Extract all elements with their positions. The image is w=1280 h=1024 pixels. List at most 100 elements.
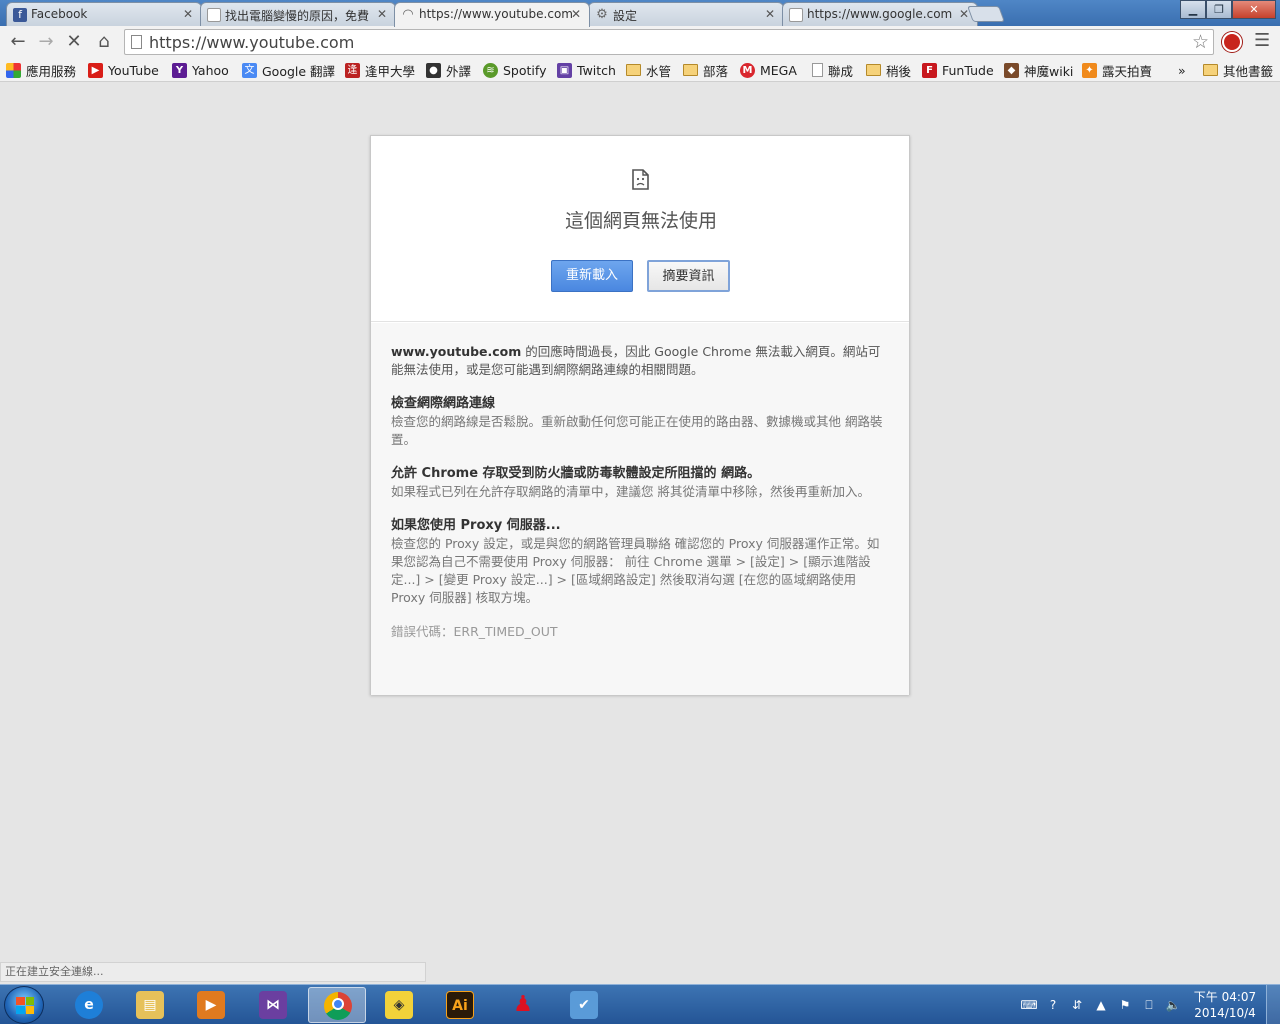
bookmark-liancheng[interactable]: 聯成 [812, 61, 853, 79]
help-icon[interactable]: ? [1044, 997, 1062, 1013]
tab-facebook[interactable]: f Facebook ✕ [6, 2, 202, 26]
folder-icon [1203, 64, 1218, 76]
tab-settings[interactable]: ⚙ 設定 ✕ [588, 2, 784, 26]
bookmark-label: FunTude [942, 62, 994, 78]
bookmark-apps[interactable]: 應用服務 [6, 61, 76, 79]
bookmark-star-icon[interactable]: ☆ [1192, 31, 1209, 53]
url-input[interactable] [149, 32, 1179, 52]
forward-arrow-icon[interactable]: → [34, 30, 58, 54]
character-app-icon: ♟ [513, 992, 533, 1017]
page-icon [207, 8, 221, 22]
suggestion-body: 檢查您的網路線是否鬆脫。重新啟動任何您可能正在使用的路由器、數據機或其他 網路裝… [391, 414, 883, 447]
show-desktop-button[interactable] [1266, 985, 1280, 1024]
other-bookmarks-folder[interactable]: 其他書籤 [1203, 61, 1273, 79]
bookmark-youtube[interactable]: ▶ YouTube [88, 61, 159, 79]
tab-google[interactable]: https://www.google.com ✕ [782, 2, 978, 26]
folder-icon [626, 64, 641, 76]
error-code: 錯誤代碼：ERR_TIMED_OUT [391, 624, 558, 639]
adblock-extension-icon[interactable] [1222, 32, 1242, 52]
taskbar-file-explorer[interactable]: ▤ [121, 987, 179, 1023]
page-info-icon[interactable] [131, 35, 142, 49]
bookmark-fcu[interactable]: 逢 逢甲大學 [345, 61, 415, 79]
bookmark-label: 其他書籤 [1223, 63, 1274, 79]
back-arrow-icon[interactable]: ← [6, 30, 30, 54]
bookmark-google-translate[interactable]: 文 Google 翻譯 [242, 61, 335, 79]
gear-icon: ⚙ [596, 7, 608, 22]
reload-button[interactable]: 重新載入 [551, 260, 633, 292]
tab-slow-computer[interactable]: 找出電腦變慢的原因，免費 ✕ [200, 2, 396, 26]
close-tab-icon[interactable]: ✕ [183, 7, 193, 21]
ruten-icon: ✦ [1082, 62, 1097, 78]
tab-youtube[interactable]: ◠ https://www.youtube.com ✕ [394, 2, 590, 27]
chrome-menu-icon[interactable]: ☰ [1254, 30, 1270, 51]
close-tab-icon[interactable]: ✕ [377, 7, 387, 21]
page-content: 這個網頁無法使用 重新載入 摘要資訊 www.youtube.com 的回應時間… [0, 83, 1280, 983]
details-button[interactable]: 摘要資訊 [647, 260, 730, 292]
minimize-icon[interactable]: ▁ [1180, 0, 1206, 19]
twitch-icon: ▣ [557, 62, 572, 78]
bookmark-mega[interactable]: M MEGA [740, 61, 797, 79]
suggestion-check-connection: 檢查網際網路連線 檢查您的網路線是否鬆脫。重新啟動任何您可能正在使用的路由器、數… [391, 395, 889, 449]
google-translate-icon: 文 [242, 62, 257, 78]
bookmark-label: Spotify [503, 62, 547, 78]
bookmark-label: 應用服務 [26, 63, 77, 79]
show-hidden-icons-icon[interactable]: ▲ [1092, 997, 1110, 1013]
pin-app-icon: ◈ [385, 991, 413, 1019]
tab-title: Facebook [31, 7, 88, 21]
suggestion-body: 檢查您的 Proxy 設定，或是與您的網路管理員聯絡 確認您的 Proxy 伺服… [391, 536, 880, 605]
media-player-icon: ▶ [197, 991, 225, 1019]
bookmark-ruten[interactable]: ✦ 露天拍賣 [1082, 61, 1152, 79]
bookmark-label: MEGA [760, 62, 797, 78]
maximize-icon[interactable]: ❐ [1206, 0, 1232, 19]
stop-icon[interactable]: ✕ [62, 30, 86, 54]
windows-logo-icon [16, 997, 34, 1014]
bookmark-waiyi[interactable]: ● 外譯 [426, 61, 471, 79]
taskbar-character-app[interactable]: ♟ [494, 987, 552, 1023]
taskbar: e ▤ ▶ ⋈ ◈ Ai ♟ ✔ ⌨ ? ⇵ ▲ ⚑ ⎕ 🔈 下午 04:07 … [0, 984, 1280, 1024]
youtube-icon: ▶ [88, 62, 103, 78]
keyboard-icon[interactable]: ⌨ [1020, 997, 1038, 1013]
network-icon[interactable]: ⎕ [1140, 997, 1158, 1013]
close-tab-icon[interactable]: ✕ [571, 7, 581, 21]
suggestion-heading: 檢查網際網路連線 [391, 396, 496, 411]
volume-icon[interactable]: 🔈 [1164, 997, 1182, 1013]
error-card: 這個網頁無法使用 重新載入 摘要資訊 www.youtube.com 的回應時間… [370, 135, 910, 695]
bookmark-tos-wiki[interactable]: ◆ 神魔wiki [1004, 61, 1073, 79]
taskbar-chrome[interactable] [308, 987, 366, 1023]
bookmark-twitch[interactable]: ▣ Twitch [557, 61, 616, 79]
taskbar-media-player[interactable]: ▶ [182, 987, 240, 1023]
folder-icon [683, 64, 698, 76]
bookmark-funtude[interactable]: F FunTude [922, 61, 994, 79]
taskbar-visual-studio[interactable]: ⋈ [244, 987, 302, 1023]
suggestion-heading: 允許 Chrome 存取受到防火牆或防毒軟體設定所阻擋的 網路。 [391, 466, 761, 481]
bookmark-label: 聯成 [828, 63, 854, 79]
input-method-icon[interactable]: ⇵ [1068, 997, 1086, 1013]
bookmark-yahoo[interactable]: Y Yahoo [172, 61, 229, 79]
tab-title: https://www.google.com [807, 7, 953, 21]
bookmark-label: Twitch [577, 62, 616, 78]
apps-grid-icon [6, 62, 21, 78]
address-bar[interactable]: ☆ [124, 29, 1214, 55]
bookmark-spotify[interactable]: ≋ Spotify [483, 61, 546, 79]
bookmarks-bar: 應用服務 ▶ YouTube Y Yahoo 文 Google 翻譯 逢 逢甲大… [0, 58, 1280, 82]
home-icon[interactable]: ⌂ [92, 30, 116, 54]
taskbar-illustrator[interactable]: Ai [431, 987, 489, 1023]
taskbar-pin-app[interactable]: ◈ [370, 987, 428, 1023]
bookmark-folder-blog[interactable]: 部落 [683, 61, 728, 79]
close-tab-icon[interactable]: ✕ [765, 7, 775, 21]
internet-explorer-icon: e [75, 991, 103, 1019]
start-button[interactable] [4, 986, 44, 1024]
new-tab-button[interactable] [967, 6, 1005, 22]
action-center-flag-icon[interactable]: ⚑ [1116, 997, 1134, 1013]
bookmark-folder-pipe[interactable]: 水管 [626, 61, 671, 79]
suggestion-proxy: 如果您使用 Proxy 伺服器... 檢查您的 Proxy 設定，或是與您的網路… [391, 517, 889, 607]
taskbar-internet-explorer[interactable]: e [60, 987, 118, 1023]
bookmark-folder-later[interactable]: 稍後 [866, 61, 911, 79]
fcu-icon: 逢 [345, 62, 360, 78]
tos-wiki-icon: ◆ [1004, 62, 1019, 78]
bookmarks-overflow-button[interactable]: » [1178, 61, 1186, 79]
taskbar-network-tasks[interactable]: ✔ [555, 987, 613, 1023]
chrome-icon [324, 992, 352, 1020]
clock[interactable]: 下午 04:07 2014/10/4 [1190, 989, 1260, 1021]
close-window-icon[interactable]: ✕ [1232, 0, 1276, 19]
